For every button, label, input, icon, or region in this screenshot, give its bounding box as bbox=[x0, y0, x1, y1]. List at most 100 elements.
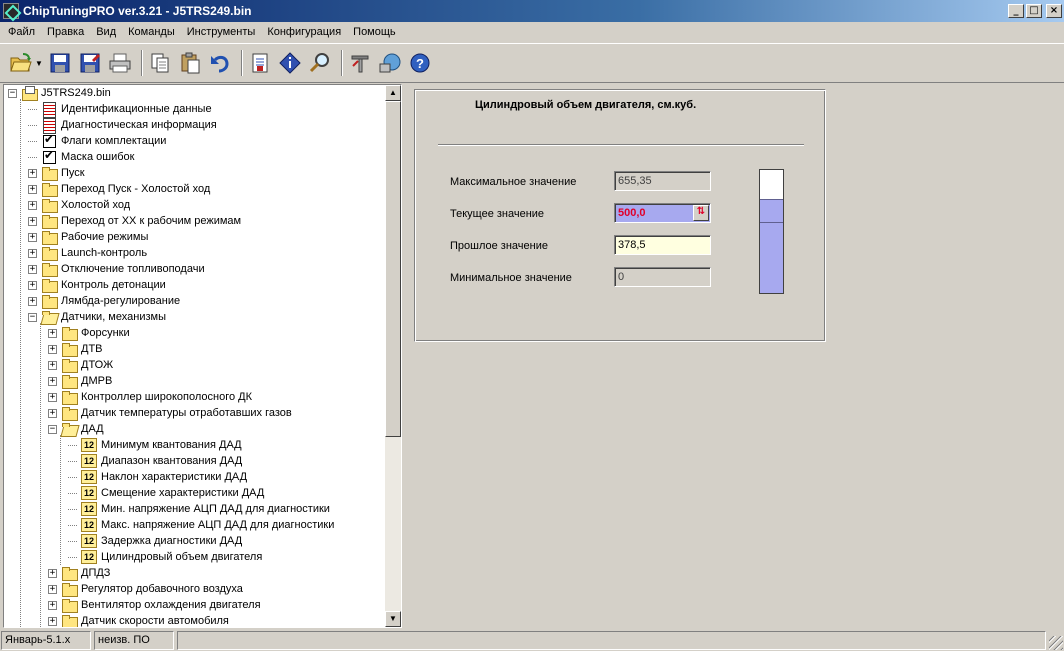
tree-item-lambda[interactable]: + Лямбда-регулирование bbox=[28, 293, 181, 309]
folder-icon bbox=[61, 614, 78, 627]
tree-root[interactable]: − J5TRS249.bin bbox=[8, 85, 112, 101]
tree-item-wbo[interactable]: + Контроллер широкополосного ДК bbox=[48, 389, 253, 405]
menu-view[interactable]: Вид bbox=[90, 23, 122, 41]
tree-item-start[interactable]: + Пуск bbox=[28, 165, 86, 181]
paste-icon[interactable] bbox=[177, 50, 203, 76]
menu-commands[interactable]: Команды bbox=[122, 23, 181, 41]
tree-item-knock[interactable]: + Контроль детонации bbox=[28, 277, 167, 293]
menu-help[interactable]: Помощь bbox=[347, 23, 402, 41]
connect-icon[interactable] bbox=[377, 50, 403, 76]
tree-param[interactable]: 12 Минимум квантования ДАД bbox=[68, 437, 243, 453]
tree-item-errmask[interactable]: Маска ошибок bbox=[28, 148, 135, 165]
expand-icon[interactable]: + bbox=[48, 568, 57, 578]
tree-item-idle[interactable]: + Холостой ход bbox=[28, 197, 131, 213]
expand-icon[interactable]: + bbox=[48, 584, 57, 594]
tree-item-work[interactable]: + Рабочие режимы bbox=[28, 229, 149, 245]
tree-item-fuelcut[interactable]: + Отключение топливоподачи bbox=[28, 261, 206, 277]
expand-icon[interactable]: + bbox=[48, 360, 57, 370]
tree-item-dtv[interactable]: + ДТВ bbox=[48, 341, 104, 357]
tree-item-diag[interactable]: Диагностическая информация bbox=[28, 117, 218, 134]
copy-icon[interactable] bbox=[147, 50, 173, 76]
collapse-icon[interactable]: − bbox=[8, 88, 17, 98]
tree-param[interactable]: 12 Смещение характеристики ДАД bbox=[68, 485, 265, 501]
scroll-up-icon[interactable]: ▲ bbox=[385, 85, 401, 101]
document-icon[interactable] bbox=[247, 50, 273, 76]
collapse-icon[interactable]: − bbox=[28, 312, 37, 322]
tree-item-iac[interactable]: + Регулятор добавочного воздуха bbox=[48, 581, 244, 597]
save-as-icon[interactable] bbox=[77, 50, 103, 76]
tree-param-label: Наклон характеристики ДАД bbox=[101, 471, 248, 483]
tree-item-vss[interactable]: + Датчик скорости автомобиля bbox=[48, 613, 230, 627]
print-icon[interactable] bbox=[107, 50, 133, 76]
tree-item-start-idle[interactable]: + Переход Пуск - Холостой ход bbox=[28, 181, 211, 197]
expand-icon[interactable]: + bbox=[28, 280, 37, 290]
expand-icon[interactable]: + bbox=[28, 200, 37, 210]
expand-icon[interactable]: + bbox=[28, 296, 37, 306]
tree-param[interactable]: 12 Макс. напряжение АЦП ДАД для диагност… bbox=[68, 517, 335, 533]
scrollbar-thumb[interactable] bbox=[385, 101, 401, 437]
spin-arrows-icon[interactable]: ⇅ bbox=[693, 205, 709, 221]
tree-view[interactable]: − J5TRS249.bin Идентификационные данные … bbox=[4, 85, 386, 627]
expand-icon[interactable]: + bbox=[48, 392, 57, 402]
open-icon[interactable] bbox=[8, 50, 34, 76]
open-folder-icon bbox=[41, 310, 57, 324]
tree-item-dad[interactable]: − ДАД bbox=[48, 421, 105, 437]
menu-tools[interactable]: Инструменты bbox=[181, 23, 262, 41]
current-value-input[interactable]: 500,0 ⇅ bbox=[614, 203, 711, 223]
tree-item-fan[interactable]: + Вентилятор охлаждения двигателя bbox=[48, 597, 262, 613]
save-icon[interactable] bbox=[47, 50, 73, 76]
menu-edit[interactable]: Правка bbox=[41, 23, 90, 41]
info-icon[interactable] bbox=[277, 50, 303, 76]
panel-splitter[interactable] bbox=[402, 84, 408, 628]
expand-icon[interactable]: + bbox=[28, 216, 37, 226]
minimize-button[interactable]: _ bbox=[1008, 4, 1024, 18]
tools-icon[interactable] bbox=[347, 50, 373, 76]
min-value-field: 0 bbox=[614, 267, 711, 287]
help-icon[interactable]: ? bbox=[407, 50, 433, 76]
tree-item-dmrv[interactable]: + ДМРВ bbox=[48, 373, 113, 389]
expand-icon[interactable]: + bbox=[28, 184, 37, 194]
tree-param[interactable]: 12 Задержка диагностики ДАД bbox=[68, 533, 243, 549]
scroll-down-icon[interactable]: ▼ bbox=[385, 611, 401, 627]
undo-icon[interactable] bbox=[207, 50, 233, 76]
menu-bar: Файл Правка Вид Команды Инструменты Конф… bbox=[0, 22, 1064, 42]
expand-icon[interactable]: + bbox=[48, 344, 57, 354]
document-icon bbox=[41, 102, 57, 118]
collapse-icon[interactable]: − bbox=[48, 424, 57, 434]
expand-icon[interactable]: + bbox=[48, 600, 57, 610]
tree-param[interactable]: 12 Диапазон квантования ДАД bbox=[68, 453, 243, 469]
close-button[interactable]: × bbox=[1046, 4, 1062, 18]
app-icon[interactable] bbox=[3, 3, 19, 19]
tree-item-injectors[interactable]: + Форсунки bbox=[48, 325, 131, 341]
tree-param[interactable]: 12 Мин. напряжение АЦП ДАД для диагности… bbox=[68, 501, 331, 517]
menu-file[interactable]: Файл bbox=[2, 23, 41, 41]
menu-config[interactable]: Конфигурация bbox=[261, 23, 347, 41]
tree-item-ident[interactable]: Идентификационные данные bbox=[28, 101, 213, 118]
title-bar: ChipTuningPRO ver.3.21 - J5TRS249.bin _ … bbox=[0, 0, 1064, 22]
expand-icon[interactable]: + bbox=[48, 376, 57, 386]
svg-text:?: ? bbox=[416, 56, 424, 71]
expand-icon[interactable]: + bbox=[28, 248, 37, 258]
tree-item-sensors[interactable]: − Датчики, механизмы bbox=[28, 309, 167, 325]
expand-icon[interactable]: + bbox=[28, 168, 37, 178]
expand-icon[interactable]: + bbox=[48, 408, 57, 418]
tree-param-selected[interactable]: 12 Цилиндровый объем двигателя bbox=[68, 549, 263, 565]
tree-item-label: Датчик температуры отработавших газов bbox=[81, 407, 292, 419]
expand-icon[interactable]: + bbox=[48, 616, 57, 626]
tree-item-launch[interactable]: + Launch-контроль bbox=[28, 245, 148, 261]
tree-scrollbar[interactable]: ▲ ▼ bbox=[385, 85, 401, 627]
tree-item-flags[interactable]: Флаги комплектации bbox=[28, 132, 167, 149]
resize-grip-icon[interactable] bbox=[1049, 636, 1063, 650]
expand-icon[interactable]: + bbox=[28, 264, 37, 274]
tree-item-egt[interactable]: + Датчик температуры отработавших газов bbox=[48, 405, 293, 421]
tree-item-idle-work[interactable]: + Переход от ХХ к рабочим режимам bbox=[28, 213, 242, 229]
maximize-button[interactable]: □ bbox=[1026, 4, 1042, 18]
tree-item-dpdz[interactable]: + ДПДЗ bbox=[48, 565, 111, 581]
expand-icon[interactable]: + bbox=[28, 232, 37, 242]
folder-icon bbox=[41, 198, 58, 213]
search-icon[interactable] bbox=[307, 50, 333, 76]
tree-item-dtozh[interactable]: + ДТОЖ bbox=[48, 357, 114, 373]
tree-param[interactable]: 12 Наклон характеристики ДАД bbox=[68, 469, 248, 485]
expand-icon[interactable]: + bbox=[48, 328, 57, 338]
open-dropdown-icon[interactable]: ▼ bbox=[35, 59, 43, 68]
